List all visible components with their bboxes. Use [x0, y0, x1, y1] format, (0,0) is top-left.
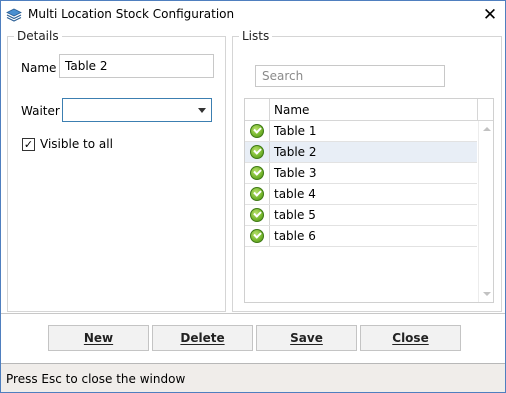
save-button[interactable]: Save [256, 325, 357, 351]
stack-layers-icon [6, 8, 22, 22]
table-row[interactable]: Table 3 [245, 163, 477, 184]
button-separator [1, 313, 505, 314]
lists-group-title: Lists [239, 29, 273, 43]
visible-to-all-label: Visible to all [40, 137, 113, 151]
row-name-cell: Table 1 [274, 124, 317, 138]
list-grid: Name Table 1 Table 2 Table 3 table 4 table 5… [244, 98, 494, 303]
row-selector[interactable] [245, 184, 270, 204]
row-selector[interactable] [245, 205, 270, 225]
table-row[interactable]: table 4 [245, 184, 477, 205]
table-row[interactable]: table 6 [245, 226, 477, 247]
row-selector[interactable] [245, 163, 270, 183]
close-icon[interactable]: ✕ [475, 1, 505, 29]
row-selector[interactable] [245, 226, 270, 246]
name-field[interactable]: Table 2 [59, 54, 214, 78]
row-name-cell: table 5 [274, 208, 316, 222]
row-name-cell: Table 3 [274, 166, 317, 180]
grid-header: Name [245, 99, 493, 121]
scroll-down-icon[interactable] [483, 292, 491, 296]
row-selector[interactable] [245, 142, 270, 162]
visible-to-all-checkbox[interactable]: ✓ Visible to all [22, 137, 142, 154]
scroll-up-icon[interactable] [483, 127, 491, 131]
dialog-window: Multi Location Stock Configuration ✕ Det… [0, 0, 506, 393]
lists-group: Lists Name Table 1 Table 2 Table 3 table 4 t… [232, 29, 502, 312]
green-check-icon [250, 166, 264, 180]
table-row[interactable]: Table 1 [245, 121, 477, 142]
green-check-icon [250, 124, 264, 138]
details-group-title: Details [14, 29, 62, 43]
waiter-label: Waiter [21, 104, 60, 118]
search-input[interactable] [255, 65, 445, 87]
waiter-dropdown[interactable] [62, 98, 212, 122]
title-bar[interactable]: Multi Location Stock Configuration ✕ [1, 1, 505, 29]
row-name-cell: Table 2 [274, 145, 317, 159]
row-name-cell: table 4 [274, 187, 316, 201]
chevron-down-icon[interactable] [198, 108, 206, 113]
column-header-name[interactable]: Name [274, 103, 309, 117]
delete-button[interactable]: Delete [152, 325, 253, 351]
green-check-icon [250, 229, 264, 243]
row-name-cell: table 6 [274, 229, 316, 243]
table-row[interactable]: Table 2 [245, 142, 477, 163]
green-check-icon [250, 145, 264, 159]
details-group: Details Name Table 2 Waiter ✓ Visible to… [7, 29, 226, 312]
new-button[interactable]: New [48, 325, 149, 351]
status-text: Press Esc to close the window [6, 372, 186, 386]
green-check-icon [250, 187, 264, 201]
close-button[interactable]: Close [360, 325, 461, 351]
checkbox-box[interactable]: ✓ [22, 138, 35, 151]
row-selector-header[interactable] [245, 99, 270, 121]
row-selector[interactable] [245, 121, 270, 141]
status-bar: Press Esc to close the window [1, 363, 505, 392]
green-check-icon [250, 208, 264, 222]
window-title: Multi Location Stock Configuration [28, 7, 235, 21]
table-row[interactable]: table 5 [245, 205, 477, 226]
name-label: Name [21, 61, 57, 75]
header-divider [477, 99, 478, 121]
vertical-scrollbar[interactable] [478, 121, 493, 302]
